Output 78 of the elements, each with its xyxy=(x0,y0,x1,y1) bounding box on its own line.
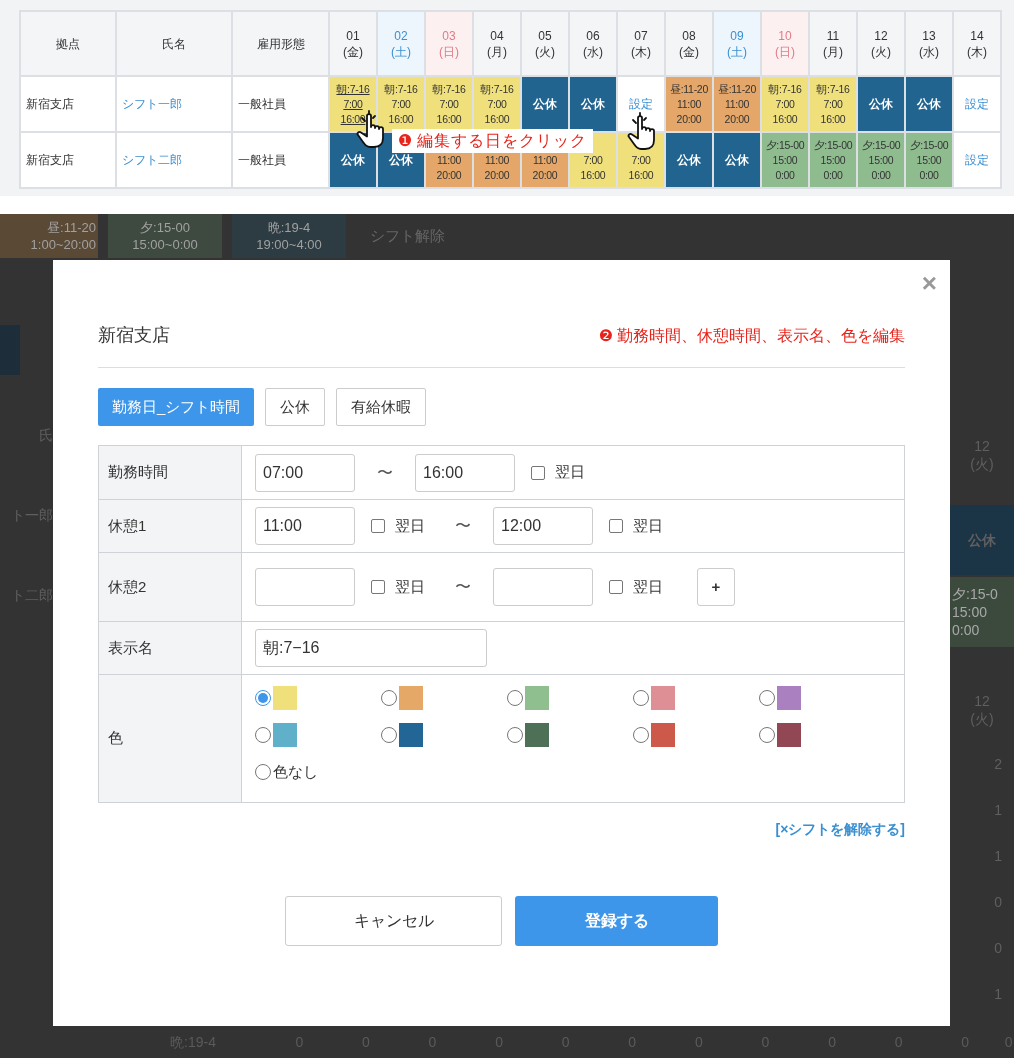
shift-cell[interactable]: 朝:7-16 7:00 16:00 xyxy=(810,77,856,131)
time-field[interactable] xyxy=(493,568,593,606)
shift-cell[interactable]: 夕:15-00 15:00 0:00 xyxy=(762,133,808,187)
column-header: 雇用形態 xyxy=(233,12,328,75)
column-header: 氏名 xyxy=(117,12,231,75)
day-header: 04 (月) xyxy=(474,12,520,75)
dialog-title: 新宿支店 xyxy=(98,324,170,347)
tab[interactable]: 有給休暇 xyxy=(336,388,427,426)
day-header: 08 (金) xyxy=(666,12,712,75)
holiday-cell[interactable]: 公休 xyxy=(906,77,952,131)
shift-cell[interactable]: 朝:7-16 7:00 16:00 xyxy=(426,77,472,131)
next-day-checkbox[interactable]: 翌日 xyxy=(371,575,433,599)
table-cell: 新宿支店 xyxy=(21,77,115,131)
day-header: 10 (日) xyxy=(762,12,808,75)
next-day-checkbox[interactable]: 翌日 xyxy=(371,514,433,538)
time-field[interactable]: 12:00 xyxy=(493,507,593,545)
table-cell: 一般社員 xyxy=(233,77,328,131)
column-header: 拠点 xyxy=(21,12,115,75)
shift-button[interactable]: 夕:15-00 15:00~0:00 xyxy=(108,214,222,258)
shift-cell[interactable]: 昼:11-20 11:00 20:00 xyxy=(666,77,712,131)
tilde-separator: 〜 xyxy=(454,516,472,536)
next-day-checkbox[interactable]: 翌日 xyxy=(609,575,671,599)
shift-button[interactable]: 晩:19-4 19:00~4:00 xyxy=(232,214,346,258)
day-header: 05 (火) xyxy=(522,12,568,75)
shift-cell[interactable]: 朝:7-16 7:00 16:00 xyxy=(378,77,424,131)
tab[interactable]: 公休 xyxy=(265,388,326,426)
day-header: 14 (木) xyxy=(954,12,1000,75)
holiday-cell[interactable]: 公休 xyxy=(570,77,616,131)
shift-button[interactable]: 昼:11-20 1:00~20:00 xyxy=(0,214,98,258)
click-hint-tooltip: ❶ 編集する日をクリック xyxy=(392,129,594,153)
next-day-checkbox[interactable]: 翌日 xyxy=(531,461,593,484)
background-holiday-cell: 公休 xyxy=(950,505,1014,575)
table-cell: 一般社員 xyxy=(233,133,328,187)
table-cell: 新宿支店 xyxy=(21,133,115,187)
time-field[interactable]: 16:00 xyxy=(415,453,515,492)
day-header: 07 (木) xyxy=(618,12,664,75)
field-label: 表示名 xyxy=(99,622,242,674)
time-field[interactable]: 07:00 xyxy=(255,453,355,492)
clear-shift-link[interactable]: [×シフトを解除する] xyxy=(775,819,905,840)
day-header: 06 (水) xyxy=(570,12,616,75)
day-header: 09 (土) xyxy=(714,12,760,75)
background-shift-cell: 夕:15-0 15:00 0:00 xyxy=(950,577,1014,647)
day-header: 02 (土) xyxy=(378,12,424,75)
holiday-cell[interactable]: 公休 xyxy=(522,77,568,131)
day-header: 01 (金) xyxy=(330,12,376,75)
shift-cell[interactable]: 夕:15-00 15:00 0:00 xyxy=(858,133,904,187)
cancel-button[interactable]: キャンセル xyxy=(285,896,502,946)
holiday-cell[interactable]: 公休 xyxy=(858,77,904,131)
day-header: 12 (火) xyxy=(858,12,904,75)
tilde-separator: 〜 xyxy=(454,577,472,597)
shift-cell[interactable]: 夕:15-00 15:00 0:00 xyxy=(906,133,952,187)
time-field[interactable]: 11:00 xyxy=(255,507,355,545)
holiday-cell[interactable]: 公休 xyxy=(714,133,760,187)
day-header: 13 (水) xyxy=(906,12,952,75)
shift-cell[interactable]: 朝:7-16 7:00 16:00 xyxy=(474,77,520,131)
annotation-label: ❷ 勤務時間、休憩時間、表示名、色を編集 xyxy=(598,324,905,347)
shift-cell[interactable]: 昼:11-20 11:00 20:00 xyxy=(714,77,760,131)
time-field[interactable] xyxy=(255,568,355,606)
field-label: 休憩2 xyxy=(99,553,242,621)
shift-cell[interactable]: 朝:7-16 7:00 16:00 xyxy=(330,77,376,131)
color-option[interactable]: 色なし xyxy=(255,760,885,784)
employee-link[interactable]: シフト二郎 xyxy=(117,133,231,187)
next-day-checkbox[interactable]: 翌日 xyxy=(609,514,671,538)
set-link[interactable]: 設定 xyxy=(954,77,1000,131)
day-header: 03 (日) xyxy=(426,12,472,75)
field-label: 休憩1 xyxy=(99,500,242,552)
day-header: 11 (月) xyxy=(810,12,856,75)
add-button[interactable]: + xyxy=(697,568,735,606)
field-label: 勤務時間 xyxy=(99,446,242,499)
set-link[interactable]: 設定 xyxy=(954,133,1000,187)
holiday-cell[interactable]: 公休 xyxy=(666,133,712,187)
set-link[interactable]: 設定 xyxy=(618,77,664,131)
display-name-field[interactable]: 朝:7−16 xyxy=(255,629,487,667)
shift-cell[interactable]: 朝:7-16 7:00 16:00 xyxy=(762,77,808,131)
field-label: 色 xyxy=(99,675,242,802)
shift-cell[interactable]: 夕:15-00 15:00 0:00 xyxy=(810,133,856,187)
tilde-separator: 〜 xyxy=(376,462,394,483)
employee-link[interactable]: シフト一郎 xyxy=(117,77,231,131)
